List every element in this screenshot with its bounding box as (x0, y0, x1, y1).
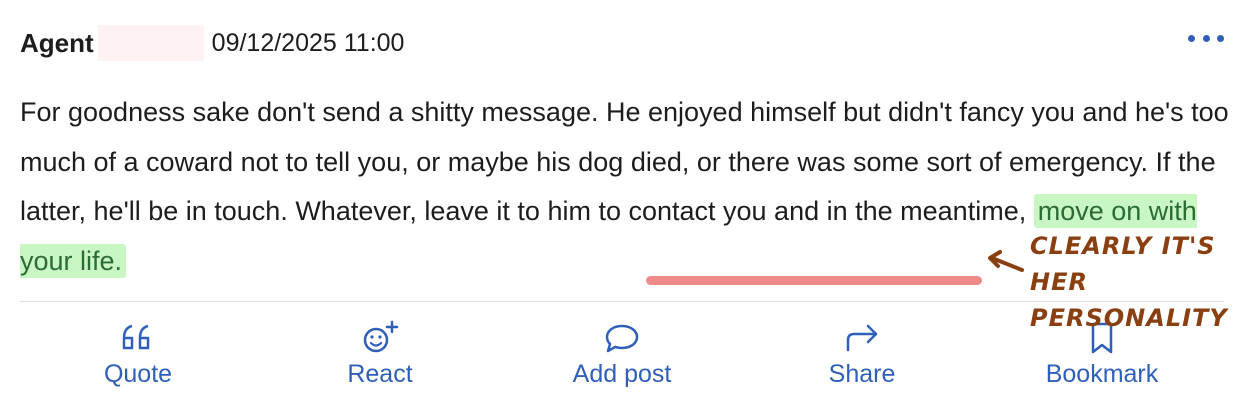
react-label: React (347, 360, 413, 388)
handwritten-annotation: Clearly it's her personality (1030, 232, 1228, 332)
bookmark-label: Bookmark (1045, 360, 1159, 388)
more-options-dot (1202, 34, 1210, 42)
more-options-button[interactable] (1188, 32, 1224, 44)
add-post-button[interactable]: Add post (542, 318, 702, 398)
react-button[interactable]: React (300, 318, 460, 398)
annotation-arrow-icon (988, 250, 1024, 272)
redaction-box (97, 25, 204, 61)
quote-button[interactable]: Quote (58, 318, 218, 398)
react-icon (360, 318, 400, 358)
share-label: Share (828, 360, 896, 388)
more-options-icon (1188, 34, 1195, 42)
quote-label: Quote (103, 360, 173, 388)
add-post-label: Add post (572, 360, 672, 388)
post-header: Agent 09/12/2025 11:00 (20, 24, 404, 62)
share-arrow-icon (842, 318, 882, 358)
annotation-underline (646, 276, 982, 285)
quote-icon (118, 318, 158, 358)
chat-bubble-icon (602, 318, 642, 358)
more-options-dot (1217, 34, 1224, 42)
share-button[interactable]: Share (782, 318, 942, 398)
post-timestamp[interactable]: 09/12/2025 11:00 (212, 29, 405, 58)
author-name[interactable]: Agent (20, 28, 94, 59)
